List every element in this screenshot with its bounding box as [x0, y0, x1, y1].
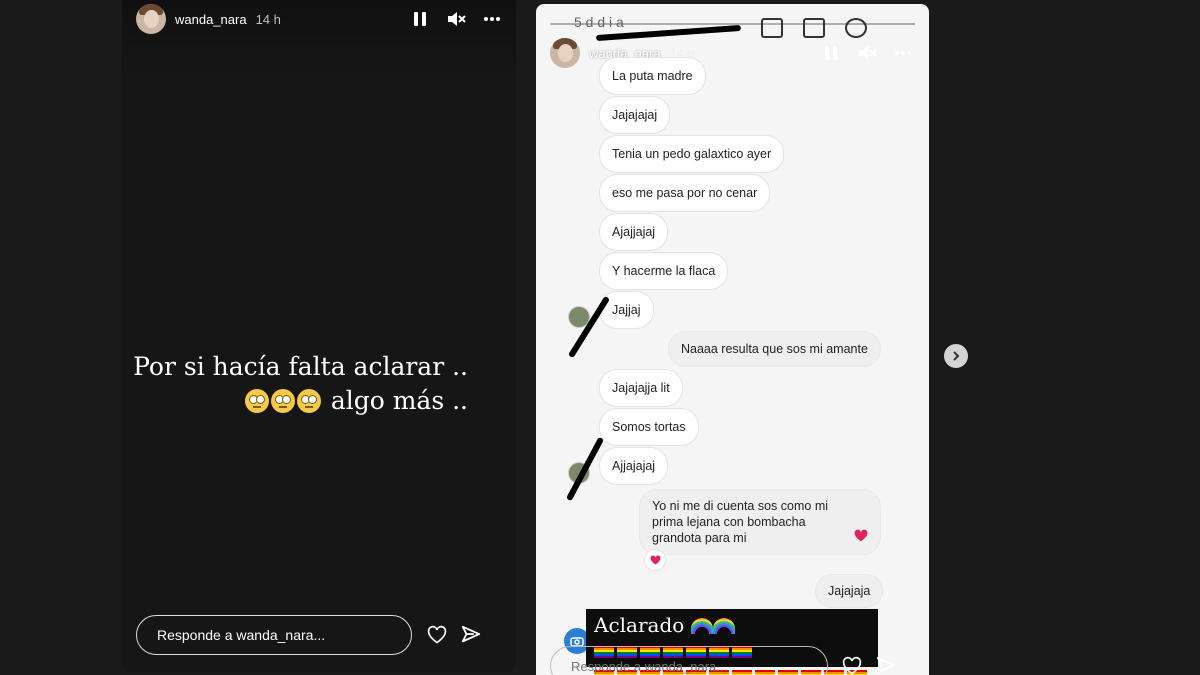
chat-message: Jajajajaj [599, 96, 671, 134]
reply-bar: Responde a wanda_nara... [136, 614, 496, 656]
chat-message: La puta madre [599, 57, 706, 95]
reply-input[interactable]: Responde a wanda_nara... [550, 646, 828, 675]
send-icon[interactable] [876, 656, 896, 675]
story-caption: Por si hacía falta aclarar .. algo más .… [122, 350, 468, 418]
rainbow-emoji-icon [712, 618, 735, 634]
story-left: wanda_nara 14 h Por si hacía falta aclar… [122, 0, 516, 672]
heart-icon[interactable] [842, 656, 862, 675]
chat-message: Jajajajja lit [599, 369, 683, 407]
chat-message: Somos tortas [599, 408, 699, 446]
heart-icon[interactable] [427, 625, 447, 645]
username[interactable]: wanda_nara [175, 12, 247, 27]
story-header: wanda_nara 14 h [136, 4, 502, 34]
caption-line-1: Por si hacía falta aclarar .. [133, 352, 468, 381]
reply-bar: Responde a wanda_nara... [550, 646, 909, 675]
send-icon[interactable] [461, 625, 481, 645]
chat-message: Jajajaja [815, 574, 884, 608]
post-time: 14 h [255, 11, 281, 27]
chat-message: Y hacerme la flaca [599, 252, 729, 290]
heart-reaction-icon [644, 549, 666, 571]
pause-icon[interactable] [410, 9, 430, 29]
chat-message: Yo ni me di cuenta sos como mi prima lej… [639, 489, 881, 555]
chat-message-text: Yo ni me di cuenta sos como mi prima lej… [652, 499, 829, 545]
rainbow-emoji-icon [690, 618, 713, 634]
caption-line-2: algo más .. [122, 384, 468, 418]
avatar[interactable] [136, 4, 166, 34]
mute-icon[interactable] [446, 9, 466, 29]
chat-message: Ajajjajaj [599, 213, 669, 251]
chat-message: Tenia un pedo galaxtico ayer [599, 135, 785, 173]
chat-message: Naaaa resulta que sos mi amante [668, 331, 881, 367]
overlay-text: Aclarado [594, 613, 685, 637]
reply-input[interactable]: Responde a wanda_nara... [136, 615, 412, 655]
next-story-button[interactable] [944, 344, 968, 368]
chevron-right-icon [953, 351, 960, 361]
more-options-icon[interactable] [482, 9, 502, 29]
heart-emoji-icon [854, 529, 868, 542]
chat-screenshot: La puta madre Jajajajaj Tenia un pedo ga… [536, 4, 929, 675]
rolling-eyes-emoji-icon [296, 389, 321, 413]
story-right: 5 d d i a wanda_nara 14 h La puta madre … [536, 4, 929, 675]
rolling-eyes-emoji-icon [270, 389, 295, 413]
chat-message: eso me pasa por no cenar [599, 174, 771, 212]
chat-message: Ajjajajaj [599, 447, 669, 485]
rolling-eyes-emoji-icon [244, 389, 269, 413]
caption-line-2-text: algo más .. [330, 386, 468, 415]
